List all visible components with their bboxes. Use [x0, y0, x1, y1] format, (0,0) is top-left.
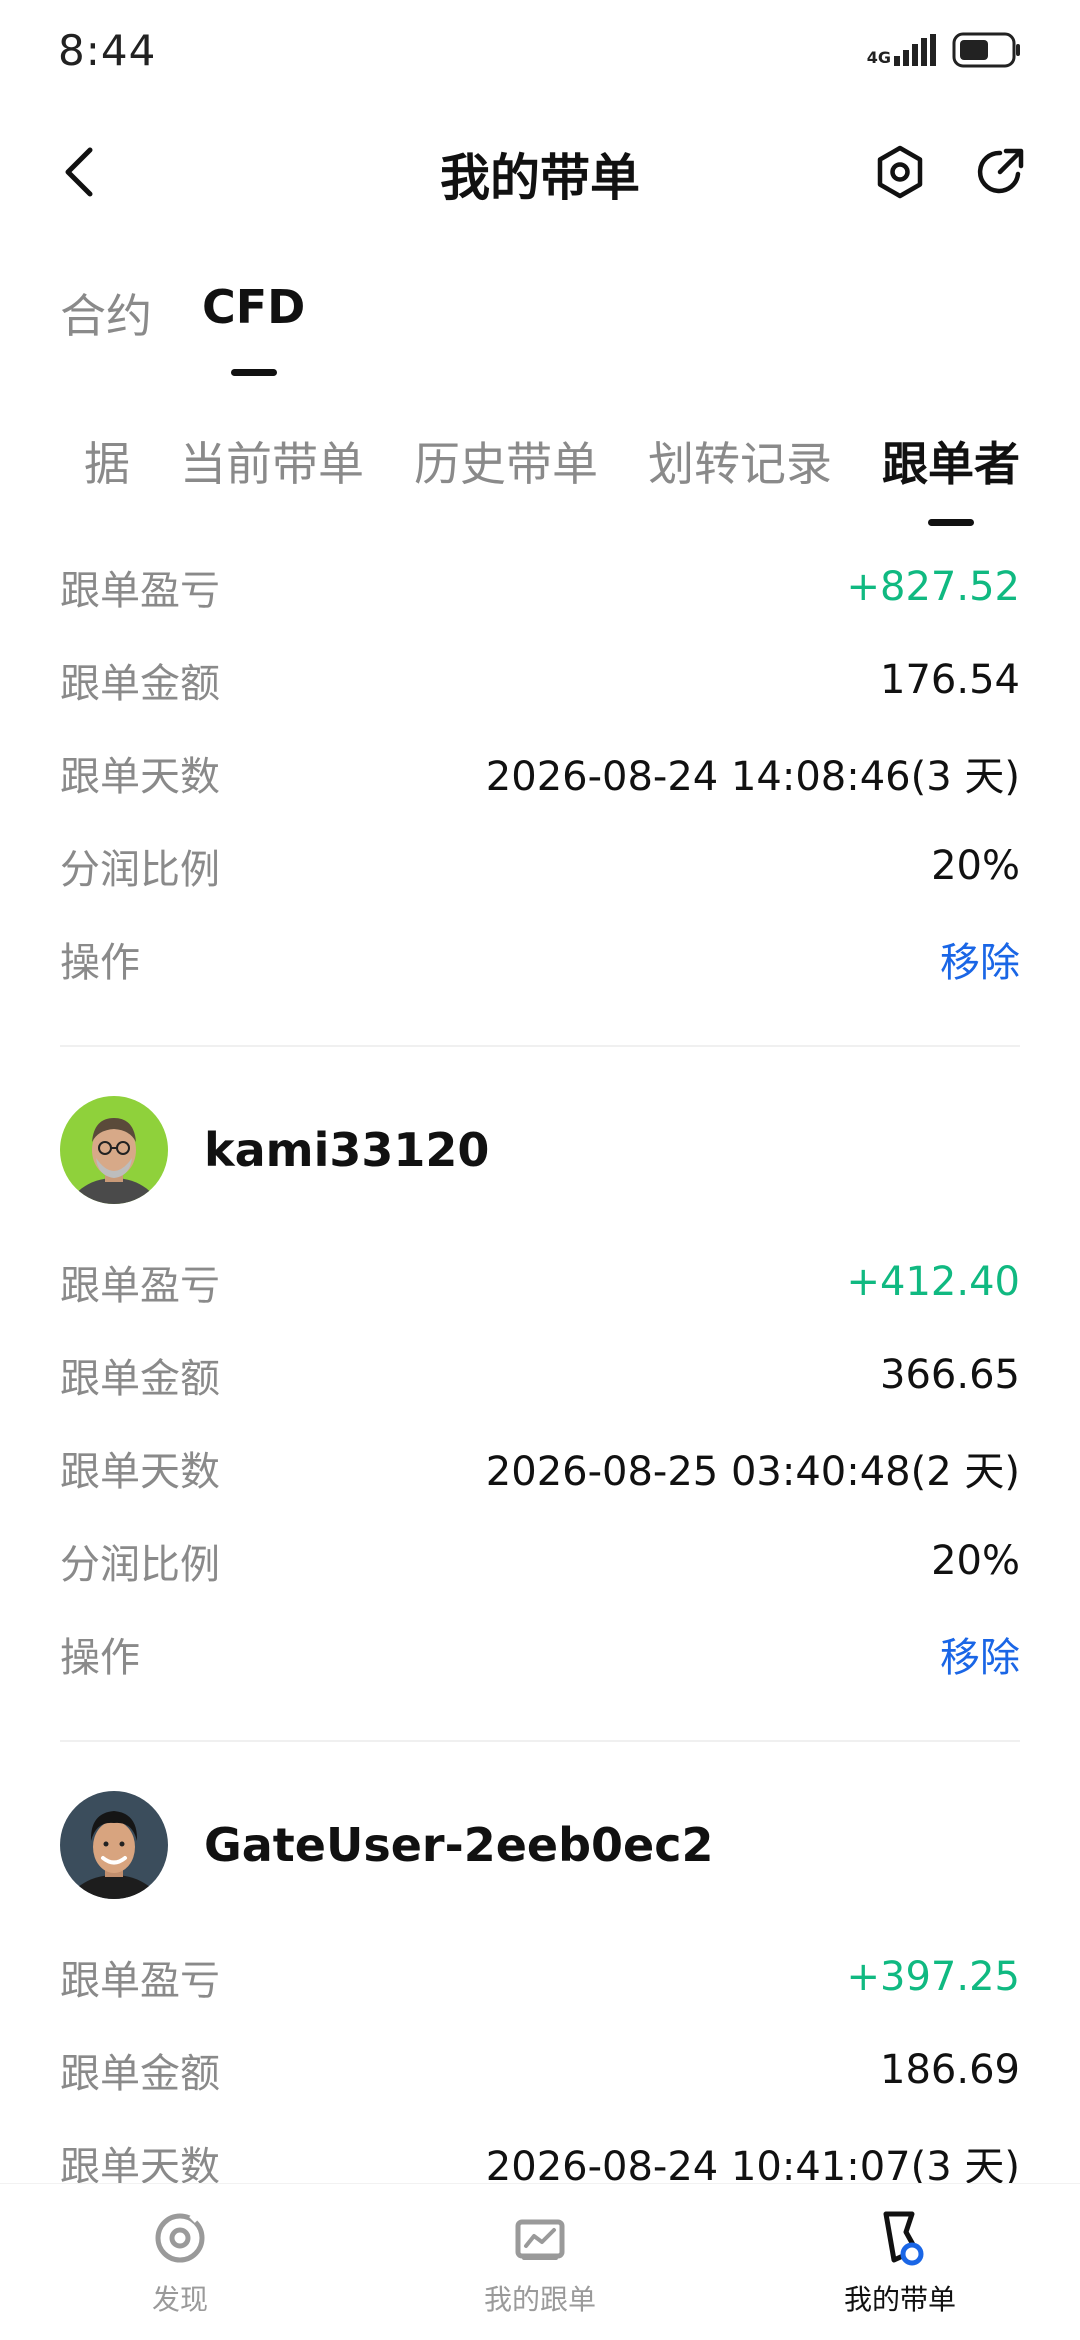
user-header: kami33120	[60, 1095, 1020, 1205]
follower-card: 跟单盈亏 +827.52 跟单金额 176.54 跟单天数 2026-08-24…	[60, 540, 1020, 1005]
bottom-nav: 发现 我的跟单 我的带单	[0, 2183, 1080, 2340]
discover-icon	[150, 2208, 210, 2268]
row-amount: 跟单金额 186.69	[60, 2023, 1020, 2116]
remove-button[interactable]: 移除	[940, 930, 1020, 988]
remove-button[interactable]: 移除	[940, 1625, 1020, 1683]
status-icons: 4G	[867, 32, 1022, 68]
avatar	[60, 1791, 168, 1899]
row-label: 跟单天数	[60, 753, 220, 800]
row-action: 操作 移除	[60, 912, 1020, 1005]
tab-current-leads[interactable]: 当前带单	[180, 428, 364, 526]
avatar	[60, 1096, 168, 1204]
follower-card: GateUser-2eeb0ec2 跟单盈亏 +397.25 跟单金额 186.…	[60, 1790, 1020, 2209]
my-copy-icon	[510, 2208, 570, 2268]
amount-value: 186.69	[880, 2046, 1020, 2093]
share-ratio-value: 20%	[931, 842, 1020, 889]
row-label: 跟单金额	[60, 660, 220, 707]
tab-data[interactable]: 据	[84, 428, 130, 526]
product-tabs: 合约 CFD	[60, 280, 305, 376]
row-profit: 跟单盈亏 +412.40	[60, 1235, 1020, 1328]
nav-label: 我的带单	[843, 2283, 956, 2316]
network-label: 4G	[866, 48, 891, 67]
row-label: 跟单天数	[60, 1448, 220, 1495]
row-label: 跟单金额	[60, 1355, 220, 1402]
follower-card: kami33120 跟单盈亏 +412.40 跟单金额 366.65 跟单天数 …	[60, 1095, 1020, 1700]
username: GateUser-2eeb0ec2	[204, 1818, 714, 1872]
row-share-ratio: 分润比例 20%	[60, 1514, 1020, 1607]
profit-value: +412.40	[846, 1258, 1020, 1305]
row-days: 跟单天数 2026-08-24 14:08:46(3 天)	[60, 726, 1020, 819]
row-label: 分润比例	[60, 1541, 220, 1588]
row-days: 跟单天数 2026-08-25 03:40:48(2 天)	[60, 1421, 1020, 1514]
settings-button[interactable]	[870, 142, 930, 202]
row-amount: 跟单金额 176.54	[60, 633, 1020, 726]
row-label: 分润比例	[60, 846, 220, 893]
row-label: 操作	[60, 939, 140, 986]
profit-value: +397.25	[846, 1953, 1020, 2000]
user-header: GateUser-2eeb0ec2	[60, 1790, 1020, 1900]
battery-icon	[952, 32, 1020, 68]
row-share-ratio: 分润比例 20%	[60, 819, 1020, 912]
row-label: 跟单金额	[60, 2050, 220, 2097]
nav-my-copy[interactable]: 我的跟单	[360, 2184, 720, 2340]
days-value: 2026-08-25 03:40:48(2 天)	[485, 1448, 1020, 1495]
tab-cfd[interactable]: CFD	[202, 280, 305, 376]
sub-tab-fade	[0, 428, 60, 528]
amount-value: 176.54	[880, 656, 1020, 703]
days-value: 2026-08-24 14:08:46(3 天)	[485, 753, 1020, 800]
row-action: 操作 移除	[60, 1607, 1020, 1700]
nav-label: 发现	[151, 2283, 208, 2316]
sub-tabs: 据 当前带单 历史带单 划转记录 跟单者	[84, 428, 1020, 526]
row-label: 操作	[60, 1634, 140, 1681]
tab-transfer-records[interactable]: 划转记录	[648, 428, 832, 526]
row-label: 跟单盈亏	[60, 1957, 220, 2004]
username: kami33120	[204, 1123, 490, 1177]
profit-value: +827.52	[846, 563, 1020, 610]
share-button[interactable]	[970, 142, 1030, 202]
divider	[60, 1045, 1020, 1047]
followers-list: 跟单盈亏 +827.52 跟单金额 176.54 跟单天数 2026-08-24…	[60, 540, 1020, 2209]
settings-icon	[877, 145, 923, 199]
share-ratio-value: 20%	[931, 1537, 1020, 1584]
header: 我的带单	[0, 108, 1080, 238]
tab-followers[interactable]: 跟单者	[882, 428, 1020, 526]
status-bar: 8:44 4G	[0, 0, 1080, 108]
nav-label: 我的跟单	[483, 2283, 596, 2316]
amount-value: 366.65	[880, 1351, 1020, 1398]
nav-discover[interactable]: 发现	[0, 2184, 360, 2340]
row-label: 跟单盈亏	[60, 1262, 220, 1309]
divider	[60, 1740, 1020, 1742]
my-lead-icon	[870, 2208, 930, 2268]
signal-icon: 4G	[867, 34, 938, 66]
nav-my-lead[interactable]: 我的带单	[720, 2184, 1080, 2340]
status-time: 8:44	[58, 26, 157, 75]
share-icon	[977, 148, 1024, 194]
tab-contract[interactable]: 合约	[60, 280, 152, 376]
row-amount: 跟单金额 366.65	[60, 1328, 1020, 1421]
row-label: 跟单盈亏	[60, 567, 220, 614]
row-profit: 跟单盈亏 +397.25	[60, 1930, 1020, 2023]
row-profit: 跟单盈亏 +827.52	[60, 540, 1020, 633]
tab-history-leads[interactable]: 历史带单	[414, 428, 598, 526]
